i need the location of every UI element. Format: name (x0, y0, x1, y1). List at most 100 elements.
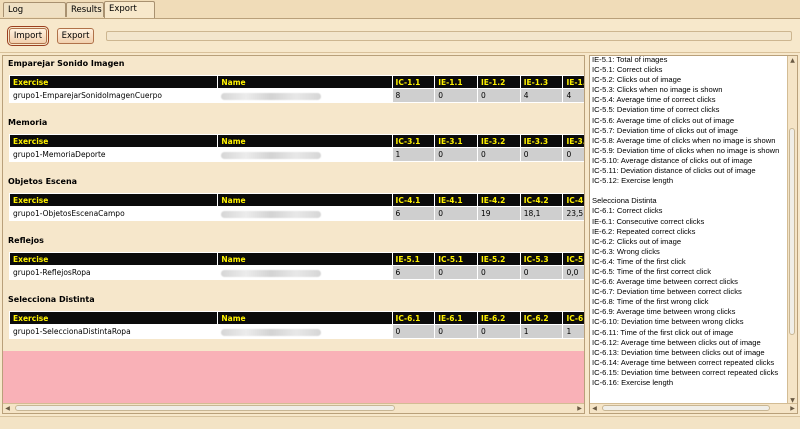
table-row[interactable]: grupo1-ObjetosEscenaCampo601918,123,526,… (8, 206, 584, 221)
legend-item: IC-6.2: Clicks out of image (592, 236, 682, 246)
result-section: Emparejar Sonido Imagen Exercise Name IC-1.… (3, 56, 584, 116)
redacted-name (221, 151, 322, 159)
table-header-row: Exercise Name IE-5.1 IC-5.1 IE-5.2 IC-5.3 IC-5… (8, 252, 584, 266)
tab-bar: Log selection Results Export data (0, 0, 800, 30)
column-header-name: Name (217, 75, 393, 89)
scroll-up-icon[interactable]: ▲ (788, 56, 797, 65)
exercise-cell: grupo1-EmparejarSonidoImagenCuerpo (8, 88, 219, 103)
legend-item: IC-6.3: Wrong clicks (592, 246, 660, 256)
export-button[interactable]: Export (57, 28, 94, 44)
legend-item: IC-5.12: Exercise length (592, 176, 674, 186)
name-cell-redacted (217, 265, 393, 280)
scroll-left-icon[interactable]: ◀ (3, 404, 12, 413)
scroll-thumb[interactable] (15, 405, 395, 411)
column-header: IE-3.2 (477, 134, 521, 148)
scroll-thumb[interactable] (789, 128, 795, 335)
legend-item: IC-5.10: Average distance of clicks out … (592, 155, 753, 165)
legend-item: IC-6.16: Exercise length (592, 378, 674, 387)
column-header: IC-4.3 (562, 193, 584, 207)
legend-item: IC-5.8: Average time of clicks when no i… (592, 135, 776, 145)
result-section: Reflejos Exercise Name IE-5.1 IC-5.1 IE-5.2 IC… (3, 233, 584, 293)
column-header: IE-3.3 (519, 134, 564, 148)
value-cell: 4 (562, 88, 584, 103)
legend-item: IC-6.15: Deviation time between correct … (592, 367, 779, 377)
vertical-scrollbar[interactable]: ▲ ▼ (787, 56, 797, 405)
column-header: IE-4.1 (434, 193, 478, 207)
column-header-name: Name (217, 311, 393, 325)
legend-item: IC-5.6: Average time of clicks out of im… (592, 115, 735, 125)
value-cell: 0 (434, 265, 478, 280)
column-header: IE-4.2 (477, 193, 521, 207)
horizontal-scrollbar[interactable]: ◀ ▶ (590, 403, 797, 413)
legend-heading: Selecciona Distinta (592, 196, 657, 206)
value-cell: 4 (519, 88, 564, 103)
legend-item: IC-5.2: Clicks out of image (592, 75, 682, 85)
value-cell: 0 (434, 206, 478, 221)
column-header-exercise: Exercise (8, 193, 219, 207)
legend-list: IE-5.1: Total of images IC-5.1: Correct c… (592, 56, 788, 388)
tab-export-data[interactable]: Export data (104, 1, 155, 29)
value-cell: 1 (562, 324, 584, 339)
column-header-exercise: Exercise (8, 252, 219, 266)
name-cell-redacted (217, 88, 393, 103)
status-bar (0, 416, 800, 429)
value-cell: 1 (391, 147, 436, 162)
scroll-right-icon[interactable]: ▶ (788, 404, 797, 413)
column-header-exercise: Exercise (8, 311, 219, 325)
legend-item: IC-6.1: Correct clicks (592, 206, 663, 216)
import-button[interactable]: Import (7, 26, 49, 46)
table-row[interactable]: grupo1-MemoriaDeporte100001 (8, 147, 584, 162)
exercise-cell: grupo1-MemoriaDeporte (8, 147, 219, 162)
exercise-cell: grupo1-ReflejosRopa (8, 265, 219, 280)
value-cell: 6 (391, 206, 436, 221)
column-header: IC-5.3 (519, 252, 564, 266)
tab-log-selection[interactable]: Log selection (3, 2, 66, 30)
tab-results[interactable]: Results (66, 2, 104, 17)
value-cell: 0 (434, 147, 478, 162)
legend-item: IC-6.14: Average time between correct re… (592, 357, 775, 367)
legend-panel[interactable]: IE-5.1: Total of images IC-5.1: Correct c… (589, 55, 798, 414)
legend-item: IE-6.2: Repeated correct clicks (592, 226, 696, 236)
legend-item: IC-5.3: Clicks when no image is shown (592, 85, 723, 95)
results-panel[interactable]: Emparejar Sonido Imagen Exercise Name IC-1.… (2, 55, 585, 414)
column-header: IC-5.4 (562, 252, 584, 266)
scroll-right-icon[interactable]: ▶ (575, 404, 584, 413)
table-header-row: Exercise Name IC-1.1 IE-1.1 IE-1.2 IE-1.3 IE-1… (8, 75, 584, 89)
value-cell: 19 (477, 206, 521, 221)
table-row[interactable]: grupo1-EmparejarSonidoImagenCuerpo800440 (8, 88, 584, 103)
value-cell: 8 (391, 88, 436, 103)
horizontal-scrollbar[interactable]: ◀ ▶ (3, 403, 584, 413)
table-row[interactable]: grupo1-SeleccionaDistintaRopa000110,0 (8, 324, 584, 339)
scroll-thumb[interactable] (602, 405, 770, 411)
legend-item: IC-5.4: Average time of correct clicks (592, 95, 716, 105)
value-cell: 0 (562, 147, 584, 162)
legend-item: IC-6.13: Deviation time between clicks o… (592, 347, 765, 357)
table-header-row: Exercise Name IC-4.1 IE-4.1 IE-4.2 IC-4.2 IC-4… (8, 193, 584, 207)
scroll-left-icon[interactable]: ◀ (590, 404, 599, 413)
legend-item: IE-6.1: Consecutive correct clicks (592, 216, 705, 226)
name-cell-redacted (217, 206, 393, 221)
legend-item: IC-6.11: Time of the first click out of … (592, 327, 734, 337)
section-title: Emparejar Sonido Imagen (8, 59, 125, 68)
value-cell: 6 (391, 265, 436, 280)
value-cell: 0 (477, 265, 521, 280)
value-cell: 18,1 (519, 206, 564, 221)
value-cell: 0 (477, 147, 521, 162)
value-cell: 0 (519, 147, 564, 162)
legend-item: IC-5.5: Deviation time of correct clicks (592, 105, 720, 115)
column-header: IE-5.2 (477, 252, 521, 266)
redacted-name (221, 328, 322, 336)
column-header: IC-1.1 (391, 75, 436, 89)
value-cell: 0 (519, 265, 564, 280)
column-header-name: Name (217, 193, 393, 207)
value-cell: 0 (477, 88, 521, 103)
table-row[interactable]: grupo1-ReflejosRopa60000,00,0 (8, 265, 584, 280)
value-cell: 23,5 (562, 206, 584, 221)
result-section: Objetos Escena Exercise Name IC-4.1 IE-4.1 IE… (3, 174, 584, 234)
section-title: Reflejos (8, 236, 44, 245)
section-title: Memoria (8, 118, 48, 127)
legend-item: IC-6.4: Time of the first click (592, 256, 686, 266)
column-header: IC-4.1 (391, 193, 436, 207)
column-header-exercise: Exercise (8, 75, 219, 89)
redacted-name (221, 92, 322, 100)
